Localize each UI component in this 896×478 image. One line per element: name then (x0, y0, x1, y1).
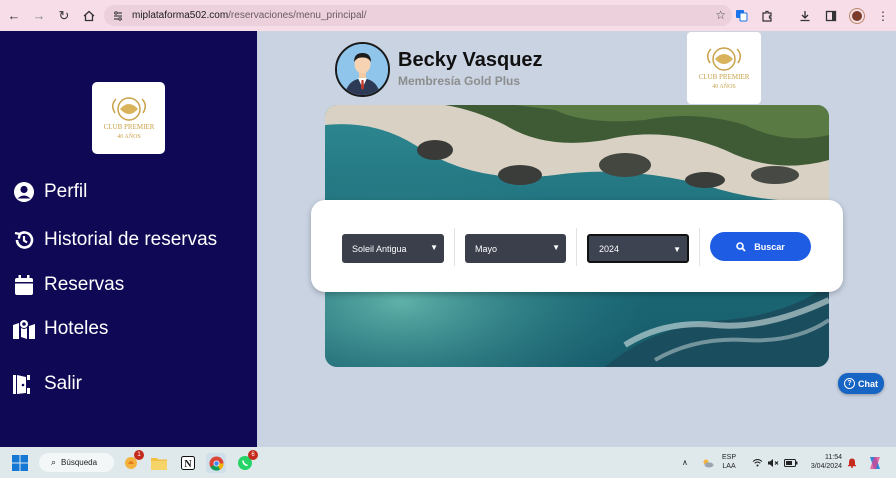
bookmark-star-icon[interactable]: ☆ (715, 8, 726, 22)
whatsapp-icon[interactable]: 6 (235, 450, 258, 473)
calendar-icon (12, 273, 36, 297)
membership-level: Membresía Gold Plus (398, 74, 521, 88)
hotel-select-value: Soleil Antigua (352, 243, 407, 254)
whatsapp-badge: 6 (248, 450, 258, 460)
sidebar-item-reservas[interactable]: Reservas (12, 273, 124, 297)
windows-start-icon[interactable] (12, 455, 28, 471)
clock-time: 11:54 (825, 454, 842, 461)
clock-date: 3/04/2024 (810, 463, 842, 470)
download-icon[interactable] (792, 5, 818, 27)
svg-text:N: N (184, 459, 192, 470)
field-divider (699, 228, 700, 266)
extensions-icon[interactable] (754, 5, 780, 27)
sidebar-item-historial[interactable]: Historial de reservas (12, 228, 217, 252)
taskbar-search-label: Búsqueda (61, 458, 98, 467)
field-divider (576, 228, 577, 266)
wifi-icon[interactable] (752, 447, 763, 478)
chevron-up-icon[interactable]: ∧ (682, 447, 688, 478)
club-premier-logo-header: CLUB PREMIER 40 AÑOS (687, 32, 761, 104)
profile-avatar[interactable] (844, 5, 870, 27)
toolbar-separator (780, 5, 792, 27)
weather-icon[interactable] (702, 447, 714, 478)
chevron-down-icon: ▼ (430, 243, 438, 252)
file-explorer-icon[interactable] (149, 453, 169, 473)
user-name: Becky Vasquez (398, 49, 543, 71)
system-clock[interactable]: 11:54 3/04/2024 (804, 453, 842, 471)
logo-text-line1: CLUB PREMIER (103, 123, 154, 131)
back-arrow-icon[interactable]: ← (3, 5, 25, 27)
search-button-label: Buscar (754, 241, 785, 252)
sidebar-item-label: Historial de reservas (44, 229, 218, 250)
sidebar-item-label: Salir (44, 373, 83, 394)
search-icon: ⌕ (51, 457, 57, 467)
input-language[interactable]: ESP LAA (722, 453, 736, 471)
chat-button-label: Chat (858, 378, 878, 389)
help-question-icon: ? (844, 378, 855, 389)
reload-icon[interactable]: ↻ (53, 5, 75, 27)
field-divider (454, 228, 455, 266)
home-icon[interactable] (78, 5, 100, 27)
url-path: /reservaciones/menu_principal/ (228, 10, 367, 21)
volume-muted-icon[interactable] (767, 447, 779, 478)
month-select-value: Mayo (475, 243, 498, 254)
logo-text-line1: CLUB PREMIER (699, 73, 750, 81)
sidebar-item-label: Reservas (44, 274, 125, 295)
door-exit-icon (12, 372, 36, 396)
chrome-icon[interactable] (206, 453, 226, 473)
club-premier-logo[interactable]: CLUB PREMIER 40 AÑOS (92, 82, 165, 154)
url-domain: miplataforma502.com (132, 10, 229, 21)
sidebar-item-perfil[interactable]: Perfil (12, 180, 87, 204)
address-bar[interactable]: miplataforma502.com/reservaciones/menu_p… (104, 5, 732, 26)
sidebar-item-label: Hoteles (44, 318, 109, 339)
copilot-icon[interactable] (867, 447, 883, 478)
taskbar-search[interactable]: ⌕ Búsqueda (39, 453, 114, 472)
windows-taskbar: ⌕ Búsqueda 1 N 6 ∧ ESP LAA 11:54 3/04/20… (0, 447, 896, 478)
chat-button[interactable]: ? Chat (838, 373, 884, 394)
month-select[interactable]: Mayo ▼ (465, 234, 566, 263)
chevron-down-icon: ▼ (552, 243, 560, 252)
sidebar-item-label: Perfil (44, 181, 88, 202)
hotel-select[interactable]: Soleil Antigua ▼ (342, 234, 444, 263)
year-select[interactable]: 2024 ▼ (587, 234, 689, 263)
menu-kebab-icon[interactable]: ⋮ (870, 5, 896, 27)
side-panel-icon[interactable] (818, 5, 844, 27)
logo-text-line2: 40 AÑOS (117, 132, 141, 140)
map-icon (12, 317, 36, 341)
sidebar-item-hoteles[interactable]: Hoteles (12, 317, 108, 341)
user-circle-icon (12, 180, 36, 204)
forward-arrow-icon[interactable]: → (28, 5, 50, 27)
notification-bell-icon[interactable] (847, 447, 857, 478)
year-select-value: 2024 (599, 243, 620, 254)
sidebar-item-salir[interactable]: Salir (12, 372, 82, 396)
browser-toolbar: ← → ↻ miplataforma502.com/reservaciones/… (0, 0, 896, 31)
translate-icon[interactable] (728, 5, 754, 27)
notion-icon[interactable]: N (178, 453, 198, 473)
search-button[interactable]: Buscar (710, 232, 811, 261)
search-icon (736, 241, 746, 252)
logo-text-line2: 40 AÑOS (712, 82, 736, 90)
battery-icon[interactable] (784, 447, 798, 478)
chevron-down-icon: ▼ (673, 245, 681, 254)
user-avatar[interactable] (335, 42, 390, 97)
language-code: ESP (722, 454, 737, 461)
widgets-icon[interactable]: 1 (121, 450, 144, 473)
history-icon (12, 228, 36, 252)
keyboard-layout: LAA (722, 463, 736, 470)
site-info-icon[interactable] (112, 10, 124, 22)
widgets-badge: 1 (134, 450, 144, 460)
